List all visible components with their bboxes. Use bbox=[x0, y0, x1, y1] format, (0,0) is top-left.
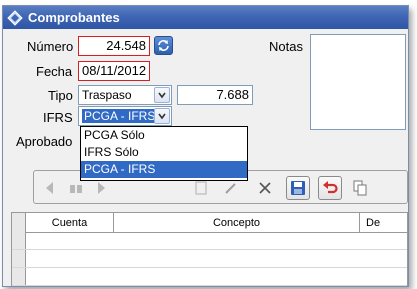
delete-button[interactable] bbox=[253, 176, 277, 200]
first-record-icon bbox=[46, 182, 53, 194]
tipo-label: Tipo bbox=[48, 88, 73, 103]
ifrs-select[interactable]: PCGA - IFRS bbox=[78, 106, 172, 126]
column-header-debe[interactable]: De bbox=[360, 213, 408, 233]
table-row[interactable] bbox=[12, 269, 407, 286]
grid-corner bbox=[12, 213, 26, 233]
refresh-button[interactable] bbox=[154, 36, 173, 55]
dropdown-option-selected[interactable]: PCGA - IFRS bbox=[81, 161, 247, 178]
numero-field[interactable]: 24.548 bbox=[78, 36, 150, 56]
ifrs-label: IFRS bbox=[43, 110, 73, 125]
dropdown-option[interactable]: PCGA Sólo bbox=[81, 127, 247, 144]
fecha-label: Fecha bbox=[36, 64, 73, 79]
title-bar[interactable]: Comprobantes bbox=[3, 6, 408, 29]
refresh-icon bbox=[158, 40, 169, 51]
ifrs-select-value: PCGA - IFRS bbox=[82, 109, 158, 123]
ifrs-dropdown-list: PCGA Sólo IFRS Sólo PCGA - IFRS bbox=[80, 126, 248, 181]
entries-grid: Cuenta Concepto De bbox=[11, 212, 408, 286]
copy-button[interactable] bbox=[348, 176, 372, 200]
tipo-select[interactable]: Traspaso bbox=[78, 85, 172, 105]
grid-header: Cuenta Concepto De bbox=[12, 213, 407, 233]
chevron-down-icon[interactable] bbox=[154, 87, 170, 103]
notas-label: Notas bbox=[269, 39, 303, 54]
save-icon bbox=[291, 181, 305, 195]
tipo-amount-field[interactable]: 7.688 bbox=[177, 85, 253, 105]
window-title: Comprobantes bbox=[28, 10, 120, 25]
numero-label: Número bbox=[27, 39, 74, 54]
delete-icon bbox=[259, 182, 271, 194]
tipo-select-value: Traspaso bbox=[82, 88, 132, 102]
app-icon bbox=[7, 9, 23, 26]
aprobado-label: Aprobado bbox=[16, 134, 73, 149]
table-row[interactable] bbox=[12, 233, 407, 250]
undo-button[interactable] bbox=[318, 176, 342, 200]
binoculars-icon bbox=[70, 185, 82, 193]
save-button[interactable] bbox=[286, 176, 310, 200]
column-header-cuenta[interactable]: Cuenta bbox=[26, 213, 114, 233]
first-record-button[interactable] bbox=[38, 176, 62, 200]
copy-icon bbox=[353, 180, 367, 196]
new-document-icon bbox=[195, 181, 207, 195]
pencil-icon bbox=[225, 183, 236, 194]
notas-textarea[interactable] bbox=[310, 34, 406, 130]
undo-icon bbox=[323, 181, 338, 194]
table-row[interactable] bbox=[12, 251, 407, 268]
next-record-icon bbox=[98, 182, 105, 194]
dropdown-option[interactable]: IFRS Sólo bbox=[81, 144, 247, 161]
column-header-concepto[interactable]: Concepto bbox=[114, 213, 360, 233]
chevron-down-icon[interactable] bbox=[154, 108, 170, 124]
fecha-field[interactable]: 08/11/2012 bbox=[78, 61, 150, 81]
comprobantes-window: Comprobantes Número 24.548 Notas Fecha 0… bbox=[2, 5, 409, 287]
